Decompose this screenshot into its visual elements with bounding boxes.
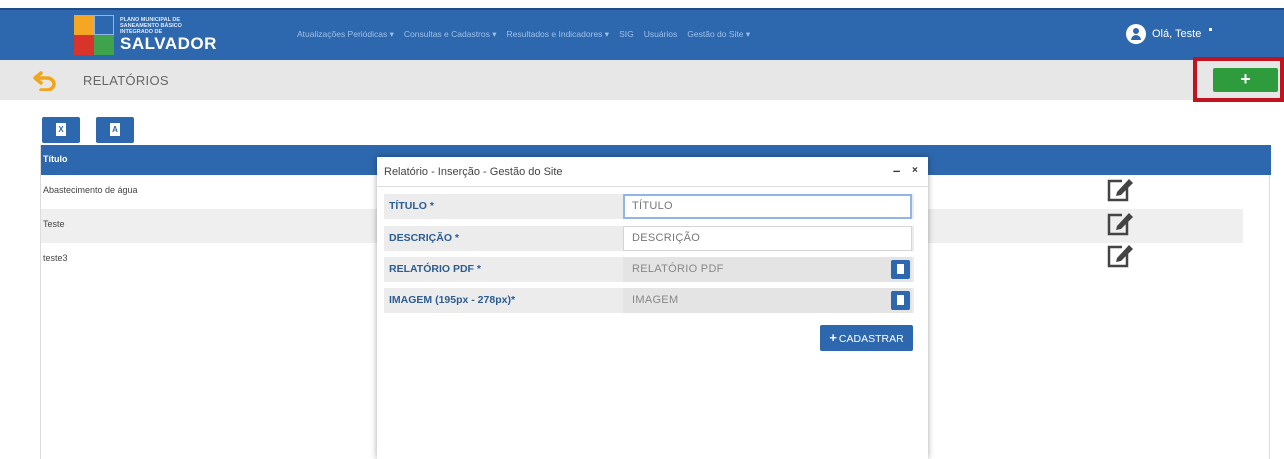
user-menu[interactable]: Olá, Teste — [1126, 24, 1201, 44]
titulo-input[interactable]: TÍTULO — [623, 194, 912, 219]
table-cell-title: Teste — [43, 219, 65, 229]
user-avatar-icon — [1126, 24, 1146, 44]
close-button[interactable]: × — [912, 165, 918, 176]
descricao-label: DESCRIÇÃO * — [389, 232, 460, 244]
edit-icon[interactable] — [1105, 210, 1135, 236]
page-titlebar: RELATÓRIOS — [0, 60, 1284, 100]
image-upload-button[interactable] — [891, 291, 910, 310]
pdf-file-icon: A — [110, 123, 120, 136]
form-row-descricao: DESCRIÇÃO * DESCRIÇÃO — [384, 226, 914, 251]
export-excel-button[interactable]: X — [42, 117, 80, 143]
top-navbar: PLANO MUNICIPAL DE SANEAMENTO BÁSICO INT… — [0, 8, 1284, 60]
descricao-input[interactable]: DESCRIÇÃO — [623, 226, 912, 251]
salvador-logo[interactable]: PLANO MUNICIPAL DE SANEAMENTO BÁSICO INT… — [74, 15, 216, 55]
logo-title: SALVADOR — [120, 34, 217, 53]
cadastrar-button[interactable]: + CADASTRAR — [820, 325, 913, 351]
imagem-label: IMAGEM (195px - 278px)* — [389, 294, 516, 306]
add-report-button[interactable]: + — [1213, 68, 1278, 92]
logo-mark-icon — [74, 15, 114, 55]
form-row-imagem: IMAGEM (195px - 278px)* IMAGEM — [384, 288, 914, 313]
pdf-upload-button[interactable] — [891, 260, 910, 279]
form-row-titulo: TÍTULO * TÍTULO — [384, 194, 914, 219]
export-pdf-button[interactable]: A — [96, 117, 134, 143]
page: PLANO MUNICIPAL DE SANEAMENTO BÁSICO INT… — [0, 0, 1284, 459]
imagem-input[interactable]: IMAGEM — [623, 288, 912, 313]
file-icon — [897, 295, 904, 305]
back-arrow-icon[interactable] — [32, 69, 58, 91]
file-icon — [897, 264, 904, 274]
menu-gestao-do-site[interactable]: Gestão do Site ▾ — [687, 29, 750, 40]
cadastrar-label: CADASTRAR — [838, 333, 904, 345]
relatorio-pdf-label: RELATÓRIO PDF * — [389, 263, 481, 275]
minimize-button[interactable]: – — [893, 163, 900, 178]
menu-resultados-indicadores[interactable]: Resultados e Indicadores ▾ — [507, 29, 610, 40]
table-cell-title: teste3 — [43, 253, 68, 263]
relatorio-pdf-input[interactable]: RELATÓRIO PDF — [623, 257, 912, 282]
menu-usuarios[interactable]: Usuários — [644, 29, 678, 40]
titulo-label: TÍTULO * — [389, 200, 434, 212]
logo-subtitle: PLANO MUNICIPAL DE SANEAMENTO BÁSICO INT… — [120, 17, 182, 35]
plus-icon: + — [829, 330, 837, 345]
form-row-relatorio-pdf: RELATÓRIO PDF * RELATÓRIO PDF — [384, 257, 914, 282]
page-title: RELATÓRIOS — [83, 73, 169, 88]
menu-atualizacoes-periodicas[interactable]: Atualizações Periódicas ▾ — [297, 29, 394, 40]
excel-file-icon: X — [56, 123, 66, 136]
insert-report-modal: Relatório - Inserção - Gestão do Site – … — [377, 157, 928, 459]
edit-icon[interactable] — [1105, 176, 1135, 202]
user-caret-icon[interactable] — [1209, 28, 1212, 31]
table-cell-title: Abastecimento de água — [43, 185, 138, 195]
modal-header[interactable]: Relatório - Inserção - Gestão do Site – … — [377, 157, 928, 187]
menu-consultas-cadastros[interactable]: Consultas e Cadastros ▾ — [404, 29, 497, 40]
menu-sig[interactable]: SIG — [619, 29, 634, 40]
main-menu: Atualizações Periódicas ▾ Consultas e Ca… — [297, 29, 750, 40]
user-greeting: Olá, Teste — [1152, 28, 1202, 40]
edit-icon[interactable] — [1105, 242, 1135, 268]
modal-title: Relatório - Inserção - Gestão do Site — [384, 166, 563, 178]
